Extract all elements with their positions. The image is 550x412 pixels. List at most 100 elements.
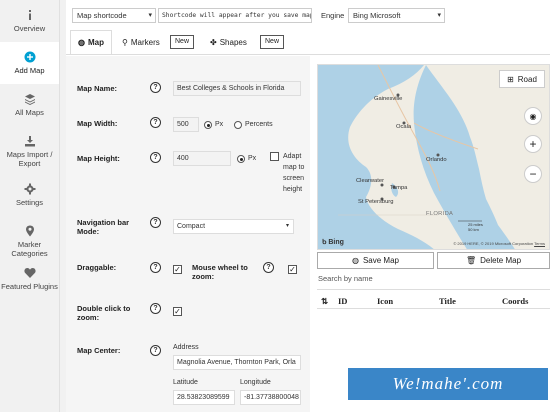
sidebar-item-all-maps[interactable]: All Maps (0, 84, 59, 126)
draggable-label: Draggable: (77, 263, 117, 272)
help-icon[interactable]: ? (150, 117, 161, 128)
state-label-florida: FLORIDA (426, 211, 454, 217)
help-icon[interactable]: ? (150, 345, 161, 356)
globe-icon: ◍ (78, 38, 85, 47)
tab-label: Shapes (219, 37, 247, 47)
city-label-st-petersburg: St Petersburg (358, 199, 394, 205)
new-shape-button[interactable]: New (260, 35, 285, 49)
plus-icon: + (529, 137, 537, 151)
city-label-gainesville: Gainesville (374, 96, 403, 102)
tab-map[interactable]: ◍ Map (70, 30, 112, 55)
longitude-label: Longitude (240, 379, 271, 386)
scale-bar-label-km: 50 km (468, 227, 479, 232)
navbar-mode-value: Compact (177, 223, 206, 230)
shortcode-select[interactable]: Map shortcode ▾ (72, 8, 156, 23)
map-height-input[interactable]: 400 (173, 151, 231, 166)
zoom-in-button[interactable]: + (524, 135, 542, 153)
help-icon[interactable]: ? (150, 303, 161, 314)
width-unit-percents-radio[interactable] (234, 121, 242, 129)
map-type-button[interactable]: ⊞ Road (499, 70, 545, 88)
zoom-out-button[interactable]: − (524, 165, 542, 183)
globe-icon: ◍ (351, 256, 359, 265)
trash-icon: 🗑 (465, 256, 477, 265)
info-icon (23, 8, 37, 22)
help-icon[interactable]: ? (150, 217, 161, 228)
map-type-icon: ⊞ (507, 74, 514, 84)
map-preview[interactable]: Gainesville Ocala Orlando Clearwater Tam… (317, 64, 550, 250)
terms-link[interactable]: Terms (534, 241, 545, 246)
width-unit-px-radio[interactable] (204, 121, 212, 129)
bing-icon: ᑲ (322, 239, 327, 246)
delete-map-label: Delete Map (480, 256, 522, 265)
latitude-label: Latitude (173, 379, 198, 386)
chevron-down-icon: ▾ (437, 12, 441, 19)
help-icon[interactable]: ? (150, 152, 161, 163)
mousewheel-zoom-checkbox[interactable]: ✓ (288, 265, 297, 274)
column-header-id[interactable]: ID (338, 296, 347, 306)
help-icon[interactable]: ? (150, 262, 161, 273)
admin-sidebar: Overview Add Map All Maps Maps Import / … (0, 0, 60, 412)
new-marker-button[interactable]: New (170, 35, 195, 49)
sidebar-item-marker-categories[interactable]: Marker Categories (0, 216, 59, 258)
help-icon[interactable]: ? (150, 82, 161, 93)
shortcode-field[interactable]: Shortcode will appear after you save map (158, 8, 312, 23)
column-header-coords[interactable]: Coords (502, 296, 528, 306)
map-name-value: Best Colleges & Schools in Florida (177, 85, 285, 92)
map-width-label: Map Width: (77, 119, 118, 128)
width-unit-px-label: Px (215, 121, 224, 128)
draggable-checkbox[interactable]: ✓ (173, 265, 182, 274)
width-unit-percents-label: Percents (245, 121, 273, 128)
attribution-text: © 2019 HERE, © 2019 Microsoft Corporatio… (453, 241, 534, 246)
sidebar-item-settings[interactable]: Settings (0, 174, 59, 216)
save-map-button[interactable]: ◍ Save Map (317, 252, 434, 269)
editor-tabs: ◍ Map ⚲ Markers New ✤ Shapes New (70, 30, 310, 55)
sidebar-item-label: Add Map (14, 66, 45, 75)
sidebar-item-overview[interactable]: Overview (0, 0, 59, 42)
tab-markers[interactable]: ⚲ Markers (122, 30, 160, 54)
map-height-label: Map Height: (77, 154, 120, 163)
map-width-input[interactable]: 500 (173, 117, 199, 132)
sidebar-item-label: Settings (15, 198, 44, 207)
longitude-input[interactable]: -81.37738800048 (240, 390, 301, 405)
city-label-ocala: Ocala (396, 124, 412, 130)
height-unit-px-label: Px (248, 155, 257, 162)
sidebar-item-featured-plugins[interactable]: Featured Plugins (0, 258, 59, 300)
chevron-down-icon: ▾ (285, 223, 289, 229)
help-icon[interactable]: ? (263, 262, 274, 273)
sidebar-item-add-map[interactable]: Add Map (0, 42, 59, 84)
map-name-label: Map Name: (77, 84, 118, 93)
adapt-height-checkbox[interactable] (270, 152, 279, 161)
latitude-input[interactable]: 28.53823089599 (173, 390, 235, 405)
address-input[interactable]: Magnolia Avenue, Thornton Park, Orla (173, 355, 301, 370)
locate-me-button[interactable]: ◉ (524, 107, 542, 125)
download-icon (23, 134, 37, 148)
adapt-height-label: Adapt map to screen height (283, 153, 305, 193)
map-type-label: Road (517, 74, 537, 84)
city-label-tampa: Tampa (390, 185, 408, 191)
shapes-icon: ✤ (210, 37, 217, 47)
map-attribution: © 2019 HERE, © 2019 Microsoft Corporatio… (453, 241, 545, 246)
map-name-input[interactable]: Best Colleges & Schools in Florida (173, 81, 301, 96)
sort-icon[interactable]: ⇅ (321, 296, 328, 307)
tab-label: Markers (130, 37, 160, 47)
tab-shapes[interactable]: ✤ Shapes (210, 30, 247, 54)
target-icon: ◉ (529, 111, 537, 121)
sidebar-item-label: Maps Import / Export (6, 150, 53, 168)
map-center-label: Map Center: (77, 346, 121, 355)
engine-select[interactable]: Bing Microsoft ▾ (348, 8, 445, 23)
search-input[interactable]: Search by name (318, 274, 373, 283)
city-label-clearwater: Clearwater (356, 178, 385, 184)
navbar-mode-select[interactable]: Compact ▾ (173, 219, 294, 234)
sidebar-item-import-export[interactable]: Maps Import / Export (0, 126, 59, 174)
column-header-title[interactable]: Title (439, 296, 456, 306)
map-pin-icon (23, 224, 37, 238)
shortcode-select-value: Map shortcode (77, 11, 127, 20)
dblclick-zoom-checkbox[interactable]: ✓ (173, 307, 182, 316)
height-unit-px-radio[interactable] (237, 155, 245, 163)
address-label: Address (173, 344, 199, 351)
map-settings-form: Map Name: ? Best Colleges & Schools in F… (66, 56, 310, 412)
delete-map-button[interactable]: 🗑 Delete Map (437, 252, 550, 269)
column-header-icon[interactable]: Icon (377, 296, 393, 306)
bing-logo: ᑲ Bing (322, 238, 344, 246)
sidebar-item-label: Overview (13, 24, 46, 33)
